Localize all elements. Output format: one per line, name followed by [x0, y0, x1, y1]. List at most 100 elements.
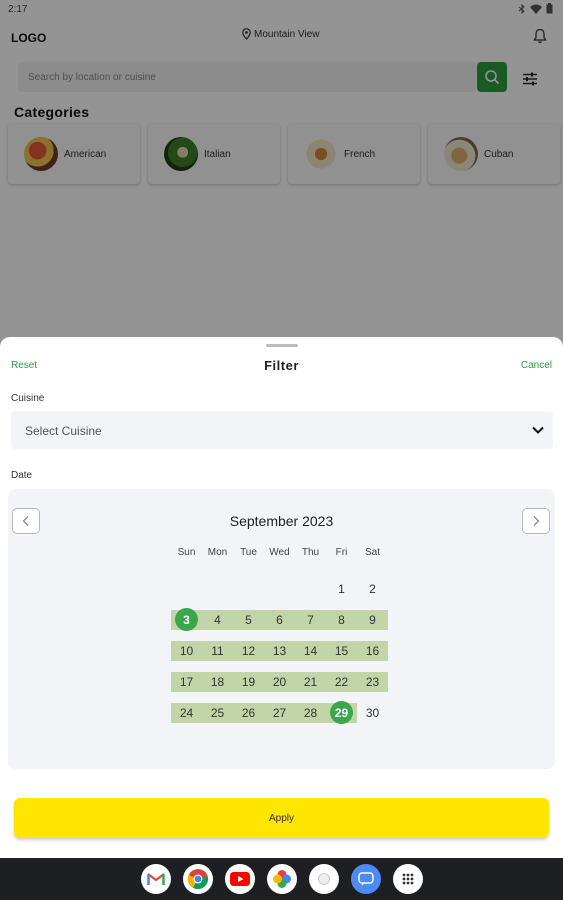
- calendar-day[interactable]: 13: [264, 635, 295, 666]
- cuisine-label: Cuisine: [11, 393, 45, 404]
- assistant-icon[interactable]: [308, 864, 339, 894]
- calendar-day[interactable]: 24: [171, 697, 202, 728]
- calendar-day[interactable]: 22: [326, 666, 357, 697]
- empty-day-cell: [264, 573, 295, 604]
- empty-day-cell: [171, 573, 202, 604]
- weekday-label: Sun: [177, 547, 196, 558]
- day-number: 17: [179, 674, 194, 689]
- day-number: 22: [334, 674, 349, 689]
- youtube-icon[interactable]: [224, 864, 255, 894]
- calendar-day[interactable]: 16: [357, 635, 388, 666]
- empty-day-cell: [295, 573, 326, 604]
- calendar-week: 3 4 5 6 7 8 9: [171, 604, 388, 635]
- day-number: 21: [303, 674, 318, 689]
- day-number: 25: [210, 705, 225, 720]
- calendar-day[interactable]: 14: [295, 635, 326, 666]
- weekday-label: Thu: [301, 547, 320, 558]
- calendar-week: 24 25 26 27 28 29 30: [171, 697, 388, 728]
- drag-handle[interactable]: [266, 344, 298, 347]
- calendar-day[interactable]: 12: [233, 635, 264, 666]
- calendar-day[interactable]: 23: [357, 666, 388, 697]
- range-end-day[interactable]: 29: [326, 697, 357, 728]
- calendar-day[interactable]: 4: [202, 604, 233, 635]
- photos-icon[interactable]: [266, 864, 297, 894]
- day-number: 26: [241, 705, 256, 720]
- day-number: 30: [365, 705, 380, 720]
- day-number: 11: [211, 643, 224, 658]
- weekday-label: Fri: [335, 547, 348, 558]
- day-number: 4: [214, 612, 221, 627]
- day-number: 24: [179, 705, 194, 720]
- calendar-day[interactable]: 27: [264, 697, 295, 728]
- calendar-day[interactable]: 30: [357, 697, 388, 728]
- date-range-calendar: September 2023 Sun Mon Tue Wed Thu Fri S…: [8, 489, 555, 769]
- weekday-label: Tue: [240, 547, 257, 558]
- day-number: 28: [303, 705, 318, 720]
- day-number: 29: [334, 705, 349, 720]
- calendar-day[interactable]: 25: [202, 697, 233, 728]
- app-drawer-icon[interactable]: [392, 864, 423, 894]
- day-number: 7: [307, 612, 314, 627]
- calendar-day[interactable]: 21: [295, 666, 326, 697]
- calendar-day[interactable]: 18: [202, 666, 233, 697]
- day-number: 12: [241, 643, 256, 658]
- day-number: 6: [276, 612, 283, 627]
- day-number: 15: [334, 643, 349, 658]
- weekday-label: Wed: [269, 547, 290, 558]
- calendar-grid: 1 2 3 4 5 6 7 8 9 10 11 12 13 14 15 16 17 18 19 20 21 22 23 24 2…: [171, 573, 388, 728]
- messages-icon[interactable]: [350, 864, 381, 894]
- calendar-day[interactable]: 17: [171, 666, 202, 697]
- month-title: September 2023: [229, 513, 334, 529]
- weekday-label: Mon: [207, 547, 228, 558]
- calendar-day[interactable]: 6: [264, 604, 295, 635]
- chrome-icon[interactable]: [182, 864, 213, 894]
- calendar-day[interactable]: 7: [295, 604, 326, 635]
- day-number: 5: [245, 612, 252, 627]
- day-number: 13: [272, 643, 287, 658]
- weekday-label: Sat: [364, 547, 380, 558]
- weekday-header: Sun Mon Tue Wed Thu Fri Sat: [171, 547, 388, 558]
- date-label: Date: [11, 470, 33, 481]
- day-number: 9: [369, 612, 376, 627]
- calendar-day[interactable]: 10: [171, 635, 202, 666]
- day-number: 1: [338, 581, 345, 596]
- calendar-day[interactable]: 1: [326, 573, 357, 604]
- gmail-icon[interactable]: [140, 864, 171, 894]
- cancel-button[interactable]: Cancel: [521, 360, 552, 371]
- day-number: 27: [272, 705, 287, 720]
- calendar-day[interactable]: 15: [326, 635, 357, 666]
- day-number: 23: [365, 674, 380, 689]
- chevron-right-icon: [533, 516, 540, 526]
- filter-sheet: Filter Reset Cancel Cuisine Select Cuisi…: [0, 337, 563, 858]
- calendar-day[interactable]: 11: [202, 635, 233, 666]
- day-number: 2: [369, 581, 376, 596]
- day-number: 20: [272, 674, 287, 689]
- day-number: 16: [365, 643, 380, 658]
- calendar-day[interactable]: 19: [233, 666, 264, 697]
- cuisine-dropdown[interactable]: Select Cuisine: [11, 411, 553, 449]
- next-month-button[interactable]: [522, 508, 550, 534]
- cuisine-value: Select Cuisine: [25, 424, 102, 438]
- reset-button[interactable]: Reset: [11, 360, 37, 371]
- sheet-title: Filter: [264, 358, 299, 373]
- day-number: 19: [241, 674, 256, 689]
- calendar-day[interactable]: 8: [326, 604, 357, 635]
- calendar-day[interactable]: 26: [233, 697, 264, 728]
- calendar-week: 10 11 12 13 14 15 16: [171, 635, 388, 666]
- day-number: 14: [303, 643, 318, 658]
- range-start-day[interactable]: 3: [171, 604, 202, 635]
- apply-button[interactable]: Apply: [14, 798, 549, 838]
- calendar-day[interactable]: 2: [357, 573, 388, 604]
- taskbar-dock: [0, 858, 563, 900]
- calendar-week: 12: [171, 573, 388, 604]
- calendar-day[interactable]: 9: [357, 604, 388, 635]
- empty-day-cell: [202, 573, 233, 604]
- day-number: 10: [179, 643, 194, 658]
- calendar-day[interactable]: 20: [264, 666, 295, 697]
- day-number: 3: [183, 612, 190, 627]
- calendar-day[interactable]: 5: [233, 604, 264, 635]
- calendar-day[interactable]: 28: [295, 697, 326, 728]
- empty-day-cell: [233, 573, 264, 604]
- day-number: 8: [338, 612, 345, 627]
- chevron-down-icon: [532, 426, 544, 434]
